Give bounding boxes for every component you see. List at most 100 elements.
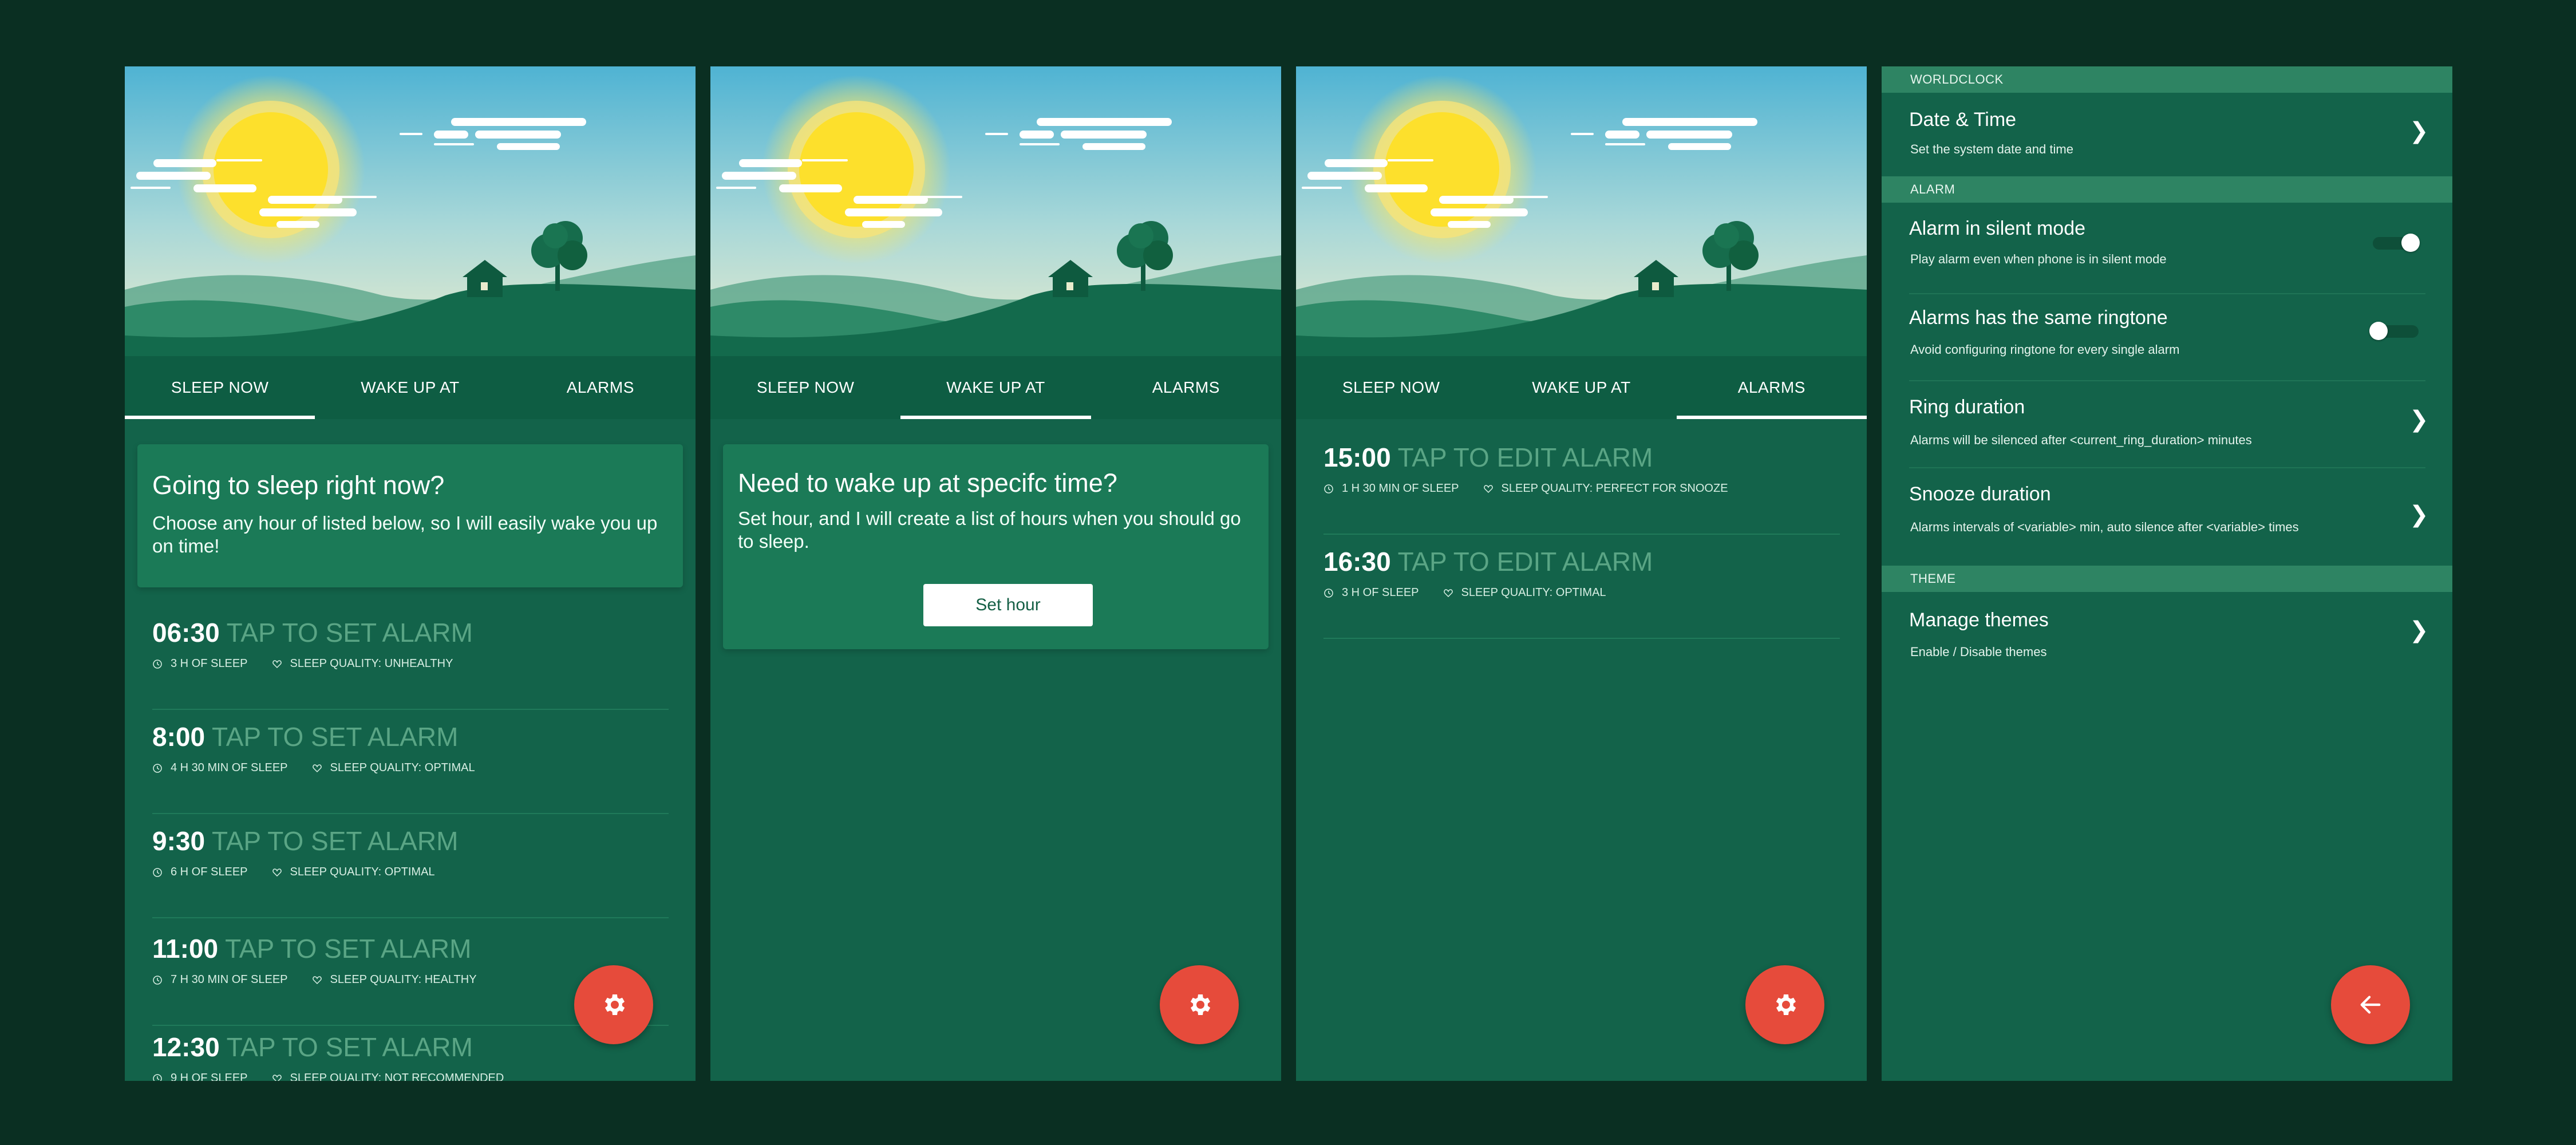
alarms-screen: SLEEP NOW WAKE UP AT ALARMS 15:00 TAP TO… xyxy=(1296,66,1867,1081)
setting-snooze-duration[interactable]: Snooze duration Alarms intervals of <var… xyxy=(1882,468,2452,566)
setting-subtitle: Enable / Disable themes xyxy=(1910,645,2047,659)
heart-icon xyxy=(272,868,282,876)
time-value: 8:00 xyxy=(152,722,206,752)
tab-bar: SLEEP NOW WAKE UP AT ALARMS xyxy=(125,356,696,419)
setting-title: Alarm in silent mode xyxy=(1909,218,2086,239)
tab-alarms[interactable]: ALARMS xyxy=(1676,356,1867,419)
row-meta: 3 H OF SLEEP SLEEP QUALITY: OPTIMAL xyxy=(1323,586,1606,599)
sleep-quality: SLEEP QUALITY: OPTIMAL xyxy=(290,866,435,878)
row-action: TAP TO SET ALARM xyxy=(225,934,472,964)
card-body: Set hour, and I will create a list of ho… xyxy=(738,508,1241,552)
heart-icon xyxy=(312,764,322,772)
setting-silent-mode[interactable]: Alarm in silent mode Play alarm even whe… xyxy=(1882,203,2452,289)
landscape-illustration xyxy=(125,66,696,356)
setting-ring-duration[interactable]: Ring duration Alarms will be silenced af… xyxy=(1882,381,2452,467)
card-body: Choose any hour of listed below, so I wi… xyxy=(152,512,658,556)
row-meta: 9 H OF SLEEP SLEEP QUALITY: NOT RECOMMEN… xyxy=(152,1072,504,1081)
sleep-quality: SLEEP QUALITY: OPTIMAL xyxy=(1461,586,1606,599)
setting-title: Ring duration xyxy=(1909,396,2025,418)
chevron-right-icon: ❯ xyxy=(2409,502,2429,527)
alarm-suggestion-row[interactable]: 8:00 TAP TO SET ALARM 4 H 30 MIN OF SLEE… xyxy=(152,709,669,814)
tab-sleep-now[interactable]: SLEEP NOW xyxy=(1296,356,1486,419)
sleep-quality: SLEEP QUALITY: PERFECT FOR SNOOZE xyxy=(1501,482,1728,495)
row-action: TAP TO EDIT ALARM xyxy=(1397,547,1653,577)
clock-icon xyxy=(153,867,162,877)
tab-wake-up-at[interactable]: WAKE UP AT xyxy=(900,356,1091,419)
setting-date-time[interactable]: Date & Time Set the system date and time… xyxy=(1882,93,2452,176)
sleep-now-screen: SLEEP NOW WAKE UP AT ALARMS Going to sle… xyxy=(125,66,696,1081)
time-value: 16:30 xyxy=(1323,547,1391,577)
sleep-length: 1 H 30 MIN OF SLEEP xyxy=(1342,482,1459,495)
row-time: 8:00 TAP TO SET ALARM xyxy=(152,721,458,752)
sleep-quality: SLEEP QUALITY: OPTIMAL xyxy=(330,761,475,774)
set-hour-button[interactable]: Set hour xyxy=(923,584,1093,626)
row-action: TAP TO SET ALARM xyxy=(212,722,459,752)
setting-title: Alarms has the same ringtone xyxy=(1909,307,2168,329)
settings-button[interactable] xyxy=(1160,965,1239,1044)
row-action: TAP TO SET ALARM xyxy=(226,618,473,647)
clock-icon xyxy=(1324,588,1333,598)
heart-icon xyxy=(1443,589,1453,597)
same-ringtone-toggle[interactable] xyxy=(2369,319,2422,342)
silent-mode-toggle[interactable] xyxy=(2369,231,2422,254)
row-time: 12:30 TAP TO SET ALARM xyxy=(152,1032,473,1063)
arrow-left-icon xyxy=(2360,996,2381,1014)
row-time: 11:00 TAP TO SET ALARM xyxy=(152,933,471,964)
tab-alarms[interactable]: ALARMS xyxy=(505,356,696,419)
setting-same-ringtone[interactable]: Alarms has the same ringtone Avoid confi… xyxy=(1882,294,2452,380)
row-time: 9:30 TAP TO SET ALARM xyxy=(152,826,458,856)
time-value: 06:30 xyxy=(152,618,220,647)
setting-title: Snooze duration xyxy=(1909,483,2051,505)
info-card: Going to sleep right now? Choose any hou… xyxy=(137,444,683,587)
setting-subtitle: Alarms will be silenced after <current_r… xyxy=(1910,433,2252,447)
clock-icon xyxy=(153,763,162,773)
gear-icon xyxy=(1190,994,1211,1015)
info-card: Need to wake up at specifc time? Set hou… xyxy=(723,444,1269,649)
sleep-length: 6 H OF SLEEP xyxy=(171,866,248,878)
back-button[interactable] xyxy=(2331,965,2410,1044)
row-time: 06:30 TAP TO SET ALARM xyxy=(152,617,473,648)
tab-wake-up-at[interactable]: WAKE UP AT xyxy=(1486,356,1676,419)
chevron-right-icon: ❯ xyxy=(2409,407,2429,432)
sleep-quality: SLEEP QUALITY: NOT RECOMMENDED xyxy=(290,1072,504,1081)
chevron-right-icon: ❯ xyxy=(2409,618,2429,643)
alarm-row[interactable]: 15:00 TAP TO EDIT ALARM 1 H 30 MIN OF SL… xyxy=(1323,429,1840,535)
settings-button[interactable] xyxy=(574,965,653,1044)
clock-icon xyxy=(1324,484,1333,493)
tab-bar: SLEEP NOW WAKE UP AT ALARMS xyxy=(710,356,1281,419)
row-time: 16:30 TAP TO EDIT ALARM xyxy=(1323,546,1653,577)
heart-icon xyxy=(272,660,282,668)
setting-subtitle: Play alarm even when phone is in silent … xyxy=(1910,252,2167,266)
clock-icon xyxy=(153,975,162,985)
settings-button[interactable] xyxy=(1745,965,1824,1044)
wake-up-at-screen: SLEEP NOW WAKE UP AT ALARMS Need to wake… xyxy=(710,66,1281,1081)
time-value: 9:30 xyxy=(152,826,206,856)
setting-title: Manage themes xyxy=(1909,609,2049,631)
clock-icon xyxy=(153,1073,162,1081)
setting-subtitle: Alarms intervals of <variable> min, auto… xyxy=(1910,520,2299,534)
sleep-length: 3 H OF SLEEP xyxy=(1342,586,1419,599)
heart-icon xyxy=(272,1074,282,1081)
section-header-worldclock: WORLDCLOCK xyxy=(1882,66,2452,93)
time-value: 12:30 xyxy=(152,1032,220,1062)
section-header-alarm: ALARM xyxy=(1882,176,2452,203)
row-meta: 4 H 30 MIN OF SLEEP SLEEP QUALITY: OPTIM… xyxy=(152,761,475,775)
alarm-suggestion-row[interactable]: 06:30 TAP TO SET ALARM 3 H OF SLEEP SLEE… xyxy=(152,605,669,710)
section-header-theme: THEME xyxy=(1882,566,2452,592)
setting-subtitle: Avoid configuring ringtone for every sin… xyxy=(1910,342,2180,357)
row-meta: 7 H 30 MIN OF SLEEP SLEEP QUALITY: HEALT… xyxy=(152,973,477,986)
row-meta: 3 H OF SLEEP SLEEP QUALITY: UNHEALTHY xyxy=(152,657,453,670)
alarm-row[interactable]: 16:30 TAP TO EDIT ALARM 3 H OF SLEEP SLE… xyxy=(1323,534,1840,639)
tab-sleep-now[interactable]: SLEEP NOW xyxy=(710,356,900,419)
tab-sleep-now[interactable]: SLEEP NOW xyxy=(125,356,315,419)
setting-manage-themes[interactable]: Manage themes Enable / Disable themes ❯ xyxy=(1882,592,2452,678)
row-meta: 1 H 30 MIN OF SLEEP SLEEP QUALITY: PERFE… xyxy=(1323,482,1728,495)
sleep-length: 4 H 30 MIN OF SLEEP xyxy=(171,761,288,774)
setting-title: Date & Time xyxy=(1909,109,2017,131)
sleep-length: 7 H 30 MIN OF SLEEP xyxy=(171,973,288,986)
gear-icon xyxy=(605,994,625,1015)
tab-alarms[interactable]: ALARMS xyxy=(1091,356,1281,419)
row-action: TAP TO SET ALARM xyxy=(212,826,459,856)
tab-wake-up-at[interactable]: WAKE UP AT xyxy=(315,356,505,419)
alarm-suggestion-row[interactable]: 9:30 TAP TO SET ALARM 6 H OF SLEEP SLEEP… xyxy=(152,813,669,918)
